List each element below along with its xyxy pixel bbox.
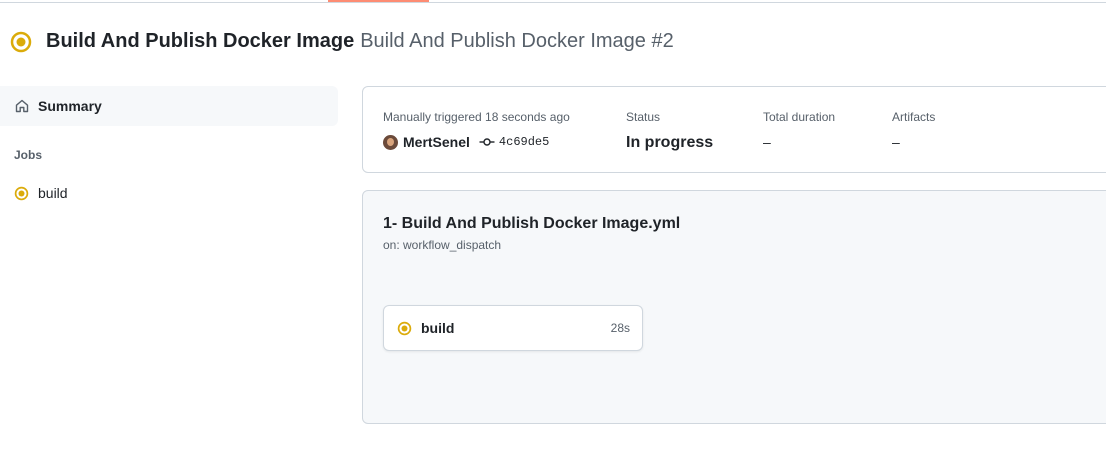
- in-progress-icon: [10, 31, 32, 52]
- workflow-file-name[interactable]: 1- Build And Publish Docker Image.yml: [383, 215, 680, 233]
- sidebar-item-label: Summary: [38, 98, 102, 114]
- run-title: Build And Publish Docker Image #2: [360, 30, 674, 52]
- workflow-name[interactable]: Build And Publish Docker Image: [46, 30, 354, 53]
- jobs-heading: Jobs: [14, 148, 43, 162]
- commit-sha-link[interactable]: 4c69de5: [499, 135, 549, 149]
- actor-line: MertSenel 4c69de5: [383, 134, 549, 150]
- status-label: Status: [626, 110, 661, 124]
- sidebar-item-label: build: [38, 185, 68, 201]
- duration-label: Total duration: [763, 110, 836, 124]
- run-summary-card: Manually triggered 18 seconds ago MertSe…: [362, 86, 1106, 173]
- duration-value: –: [763, 134, 771, 150]
- git-commit-icon: [479, 138, 495, 146]
- artifacts-value: –: [892, 134, 900, 150]
- top-nav-border: [0, 2, 1106, 3]
- page-header: Build And Publish Docker Image Build And…: [10, 30, 674, 53]
- job-name: build: [421, 320, 455, 336]
- job-duration: 28s: [610, 321, 630, 335]
- sidebar-item-build[interactable]: build: [14, 185, 68, 201]
- avatar[interactable]: [383, 134, 398, 150]
- in-progress-icon: [14, 186, 29, 200]
- sidebar-item-summary[interactable]: Summary: [0, 86, 338, 126]
- in-progress-icon: [397, 321, 412, 335]
- trigger-text: Manually triggered 18 seconds ago: [383, 110, 570, 124]
- artifacts-label: Artifacts: [892, 110, 936, 124]
- actor-link[interactable]: MertSenel: [403, 134, 470, 150]
- workflow-graph: 1- Build And Publish Docker Image.yml on…: [362, 190, 1106, 424]
- workflow-trigger: on: workflow_dispatch: [383, 238, 502, 252]
- home-icon: [15, 99, 29, 113]
- job-card-build[interactable]: build 28s: [383, 305, 643, 351]
- status-value: In progress: [626, 134, 714, 151]
